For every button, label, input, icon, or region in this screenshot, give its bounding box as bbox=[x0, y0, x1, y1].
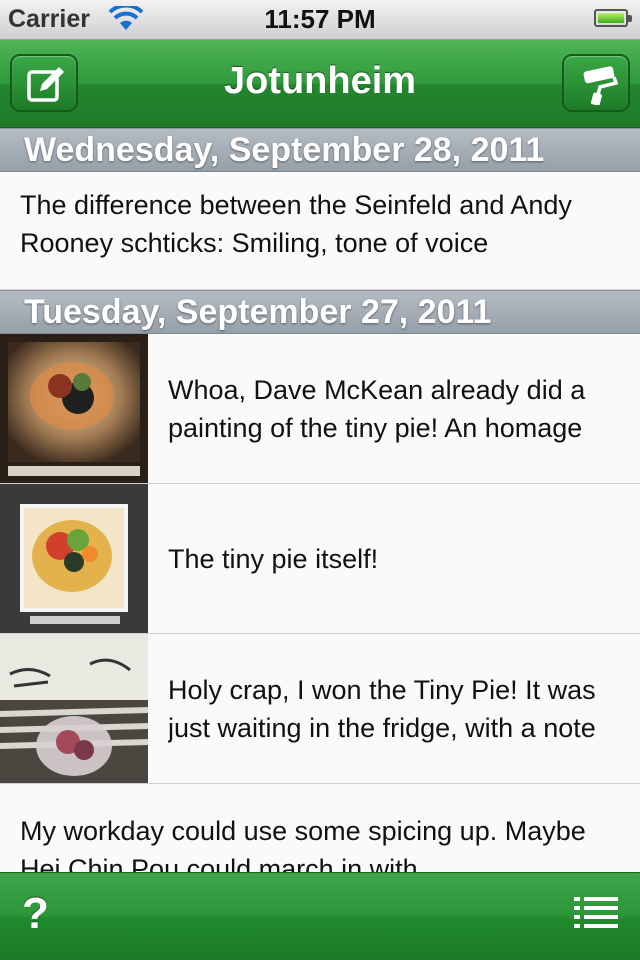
list-item[interactable]: The tiny pie itself! bbox=[0, 484, 640, 634]
section-header-date: Wednesday, September 28, 2011 bbox=[0, 128, 640, 172]
navigation-bar: Jotunheim bbox=[0, 40, 640, 128]
list-icon[interactable] bbox=[574, 895, 618, 935]
section-header-date: Tuesday, September 27, 2011 bbox=[0, 290, 640, 334]
journal-list[interactable]: Wednesday, September 28, 2011 The differ… bbox=[0, 128, 640, 872]
paint-roller-icon bbox=[583, 66, 618, 105]
bottom-toolbar: ? bbox=[0, 872, 640, 960]
list-item[interactable]: Whoa, Dave McKean already did a painting… bbox=[0, 334, 640, 484]
painting-thumbnail bbox=[0, 334, 148, 483]
entry-text: Whoa, Dave McKean already did a painting… bbox=[168, 374, 586, 443]
pie-photo-thumbnail bbox=[0, 484, 148, 633]
help-button[interactable]: ? bbox=[22, 889, 49, 939]
status-bar: Carrier 11:57 PM bbox=[0, 0, 640, 40]
paint-button[interactable] bbox=[562, 54, 630, 112]
note-photo-thumbnail bbox=[0, 634, 148, 783]
entry-text: My workday could use some spicing up. Ma… bbox=[20, 816, 586, 872]
entry-text: The tiny pie itself! bbox=[168, 543, 379, 574]
clock: 11:57 PM bbox=[264, 4, 376, 34]
list-item[interactable]: The difference between the Seinfeld and … bbox=[0, 172, 640, 290]
list-item[interactable]: My workday could use some spicing up. Ma… bbox=[0, 784, 640, 872]
entry-text: Holy crap, I won the Tiny Pie! It was ju… bbox=[168, 674, 596, 743]
list-item[interactable]: Holy crap, I won the Tiny Pie! It was ju… bbox=[0, 634, 640, 784]
battery-icon bbox=[594, 9, 632, 27]
entry-text: The difference between the Seinfeld and … bbox=[20, 190, 572, 258]
page-title: Jotunheim bbox=[223, 60, 417, 102]
